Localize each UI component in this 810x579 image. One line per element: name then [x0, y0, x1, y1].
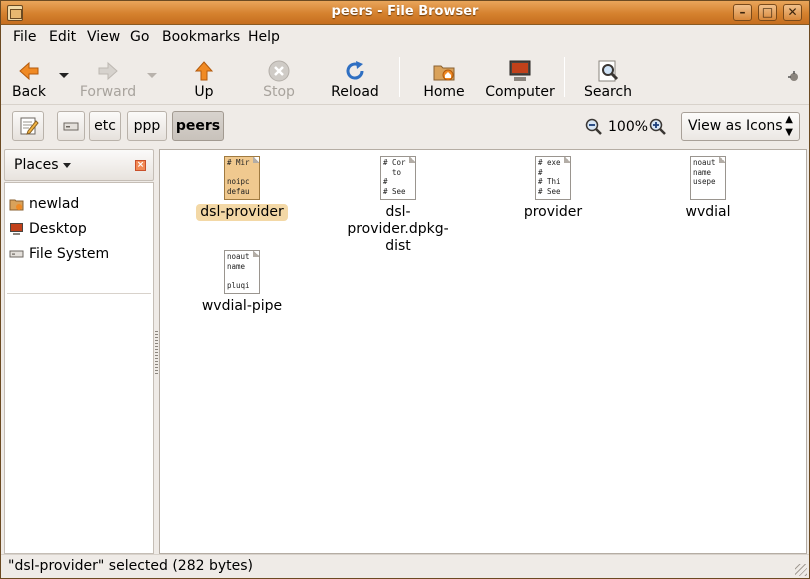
file-item-provider[interactable]: # exe # # Thi # See provider: [488, 156, 618, 221]
file-item-wvdial[interactable]: noaut name usepe wvdial: [643, 156, 773, 221]
back-history-arrow-icon[interactable]: [59, 73, 69, 78]
zoom-level[interactable]: 100%: [608, 119, 648, 135]
chevron-down-icon: [62, 162, 71, 168]
home-folder-icon: [433, 65, 455, 81]
path-crumb-peers[interactable]: peers: [172, 111, 224, 141]
places-selector[interactable]: Places: [4, 149, 154, 181]
close-sidebar-icon[interactable]: ×: [135, 160, 146, 171]
sidebar-item-label: newlad: [29, 196, 80, 212]
path-crumb-etc[interactable]: etc: [89, 111, 121, 141]
computer-icon: [509, 60, 531, 81]
view-mode-select[interactable]: View as Icons ▲ ▼: [681, 112, 800, 141]
text-file-icon: # Cor to # # See: [380, 156, 416, 200]
back-label: Back: [12, 84, 46, 100]
desktop-icon: [10, 223, 23, 235]
stop-icon: [268, 60, 290, 82]
places-list: newlad Desktop File System: [4, 182, 154, 554]
sidebar-divider: [7, 293, 151, 294]
text-file-icon: noaut name usepe: [690, 156, 726, 200]
file-name: provider: [523, 204, 583, 220]
edit-location-icon: [20, 117, 39, 135]
reload-button[interactable]: Reload: [327, 53, 383, 101]
view-mode-value: View as Icons: [688, 118, 783, 134]
menu-file[interactable]: File: [13, 29, 36, 45]
file-name: dsl-provider.dpkg-dist: [347, 204, 449, 254]
file-item-wvdial-pipe[interactable]: noaut name pluqi wvdial-pipe: [177, 250, 307, 315]
toolbar-separator: [564, 57, 565, 97]
menu-view[interactable]: View: [87, 29, 120, 45]
status-text: "dsl-provider" selected (282 bytes): [8, 558, 253, 574]
menu-bookmarks[interactable]: Bookmarks: [162, 29, 240, 45]
stop-button[interactable]: Stop: [256, 53, 302, 101]
sidebar: Places × newlad Desktop File System: [4, 149, 154, 554]
resize-grip-icon[interactable]: [795, 564, 807, 576]
pane-resize-handle[interactable]: [155, 331, 158, 375]
menu-edit[interactable]: Edit: [49, 29, 76, 45]
computer-button[interactable]: Computer: [485, 53, 555, 101]
zoom-out-icon[interactable]: [585, 118, 603, 136]
up-label: Up: [194, 84, 214, 100]
status-bar: "dsl-provider" selected (282 bytes): [1, 554, 809, 578]
activity-spinner-icon: [788, 71, 798, 81]
home-label: Home: [423, 84, 465, 100]
menu-go[interactable]: Go: [130, 29, 149, 45]
computer-label: Computer: [485, 84, 555, 100]
window-title: peers - File Browser: [331, 4, 479, 19]
close-button[interactable]: ✕: [783, 4, 802, 21]
up-arrow-icon: [194, 61, 214, 81]
toggle-location-entry-button[interactable]: [12, 111, 44, 141]
icon-view[interactable]: # Mir noipc defau dsl-provider # Cor to …: [159, 149, 807, 554]
location-bar: etc ppp peers 100% View as Icons ▲ ▼: [1, 105, 809, 147]
sidebar-item-file-system[interactable]: File System: [9, 244, 149, 264]
menu-bar: File Edit View Go Bookmarks Help: [1, 25, 809, 49]
forward-history-arrow-icon[interactable]: [147, 73, 157, 78]
file-item-dsl-provider-dpkg-dist[interactable]: # Cor to # # See dsl-provider.dpkg-dist: [332, 156, 464, 255]
search-icon: [598, 60, 619, 82]
places-label: Places: [14, 157, 59, 173]
up-button[interactable]: Up: [181, 53, 227, 101]
sidebar-item-label: Desktop: [29, 221, 87, 237]
minimize-button[interactable]: –: [733, 4, 752, 21]
toolbar: Back Forward Up Stop Reload Home Compute…: [1, 49, 809, 105]
drive-icon: [9, 250, 24, 258]
file-item-dsl-provider[interactable]: # Mir noipc defau dsl-provider: [177, 156, 307, 221]
file-name: wvdial-pipe: [201, 298, 283, 314]
forward-button[interactable]: Forward: [79, 53, 137, 101]
path-root-button[interactable]: [57, 111, 85, 141]
sidebar-item-label: File System: [29, 246, 110, 262]
back-arrow-icon: [19, 61, 39, 81]
drive-icon: [63, 122, 79, 131]
reload-label: Reload: [331, 84, 379, 100]
text-file-icon: # Mir noipc defau: [224, 156, 260, 200]
sidebar-item-newlad[interactable]: newlad: [9, 194, 149, 214]
search-label: Search: [583, 84, 633, 100]
path-crumb-ppp[interactable]: ppp: [127, 111, 167, 141]
toolbar-separator: [399, 57, 400, 97]
forward-arrow-icon: [98, 61, 118, 81]
home-button[interactable]: Home: [416, 53, 472, 101]
text-file-icon: noaut name pluqi: [224, 250, 260, 294]
home-folder-icon: [9, 199, 24, 211]
reload-icon: [346, 61, 364, 80]
sidebar-item-desktop[interactable]: Desktop: [9, 219, 149, 239]
title-bar[interactable]: peers - File Browser – □ ✕: [1, 1, 809, 25]
stop-label: Stop: [263, 84, 295, 100]
updown-arrow-icon: ▲ ▼: [785, 114, 793, 138]
zoom-in-icon[interactable]: [649, 118, 667, 136]
menu-help[interactable]: Help: [248, 29, 280, 45]
file-name: dsl-provider: [196, 204, 288, 221]
file-browser-window: peers - File Browser – □ ✕ File Edit Vie…: [0, 0, 810, 579]
text-file-icon: # exe # # Thi # See: [535, 156, 571, 200]
maximize-button[interactable]: □: [758, 4, 777, 21]
search-button[interactable]: Search: [581, 53, 635, 101]
file-name: wvdial: [685, 204, 731, 220]
forward-label: Forward: [79, 84, 137, 100]
back-button[interactable]: Back: [5, 53, 53, 101]
